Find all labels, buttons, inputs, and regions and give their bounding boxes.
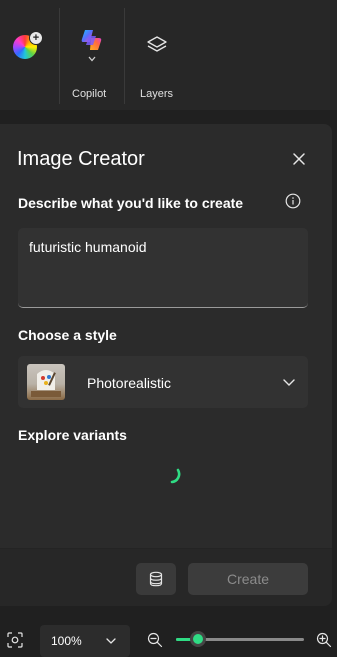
chevron-down-icon: [283, 379, 295, 386]
status-bar: 100%: [0, 618, 337, 657]
image-creator-panel: Image Creator Describe what you'd like t…: [0, 124, 332, 606]
chevron-down-icon: [106, 638, 116, 644]
zoom-slider-thumb[interactable]: [189, 631, 206, 647]
describe-label: Describe what you'd like to create: [18, 195, 244, 211]
copilot-button[interactable]: Copilot: [60, 0, 124, 110]
layers-button[interactable]: Layers: [125, 0, 189, 110]
prompt-text: futuristic humanoid: [29, 239, 147, 255]
create-button[interactable]: Create: [188, 563, 308, 595]
zoom-slider[interactable]: [176, 631, 304, 647]
top-toolbar: + Copilot Layers: [0, 0, 337, 110]
layers-icon: [147, 36, 167, 52]
zoom-out-icon[interactable]: [147, 632, 163, 648]
loading-spinner-icon: [170, 468, 181, 484]
style-value: Photorealistic: [87, 375, 172, 391]
info-icon[interactable]: [285, 193, 301, 209]
style-label: Choose a style: [18, 327, 117, 343]
zoom-value: 100%: [51, 634, 82, 648]
copilot-label: Copilot: [72, 88, 107, 100]
coins-icon: [149, 571, 163, 587]
variants-label: Explore variants: [18, 427, 127, 443]
layers-label: Layers: [140, 88, 174, 100]
zoom-level-dropdown[interactable]: 100%: [40, 625, 130, 657]
add-icon: +: [29, 31, 43, 45]
prompt-input[interactable]: futuristic humanoid: [18, 228, 308, 308]
credits-button[interactable]: [136, 563, 176, 595]
color-picker-button[interactable]: +: [0, 0, 59, 110]
zoom-in-icon[interactable]: [316, 632, 332, 648]
panel-footer: Create: [0, 549, 332, 606]
panel-title: Image Creator: [17, 148, 145, 170]
fit-to-window-icon[interactable]: [7, 632, 23, 648]
style-dropdown[interactable]: Photorealistic: [18, 356, 308, 408]
style-thumbnail: [27, 364, 65, 400]
copilot-icon: [81, 30, 102, 50]
chevron-down-icon: [88, 56, 96, 62]
close-icon[interactable]: [288, 148, 310, 170]
